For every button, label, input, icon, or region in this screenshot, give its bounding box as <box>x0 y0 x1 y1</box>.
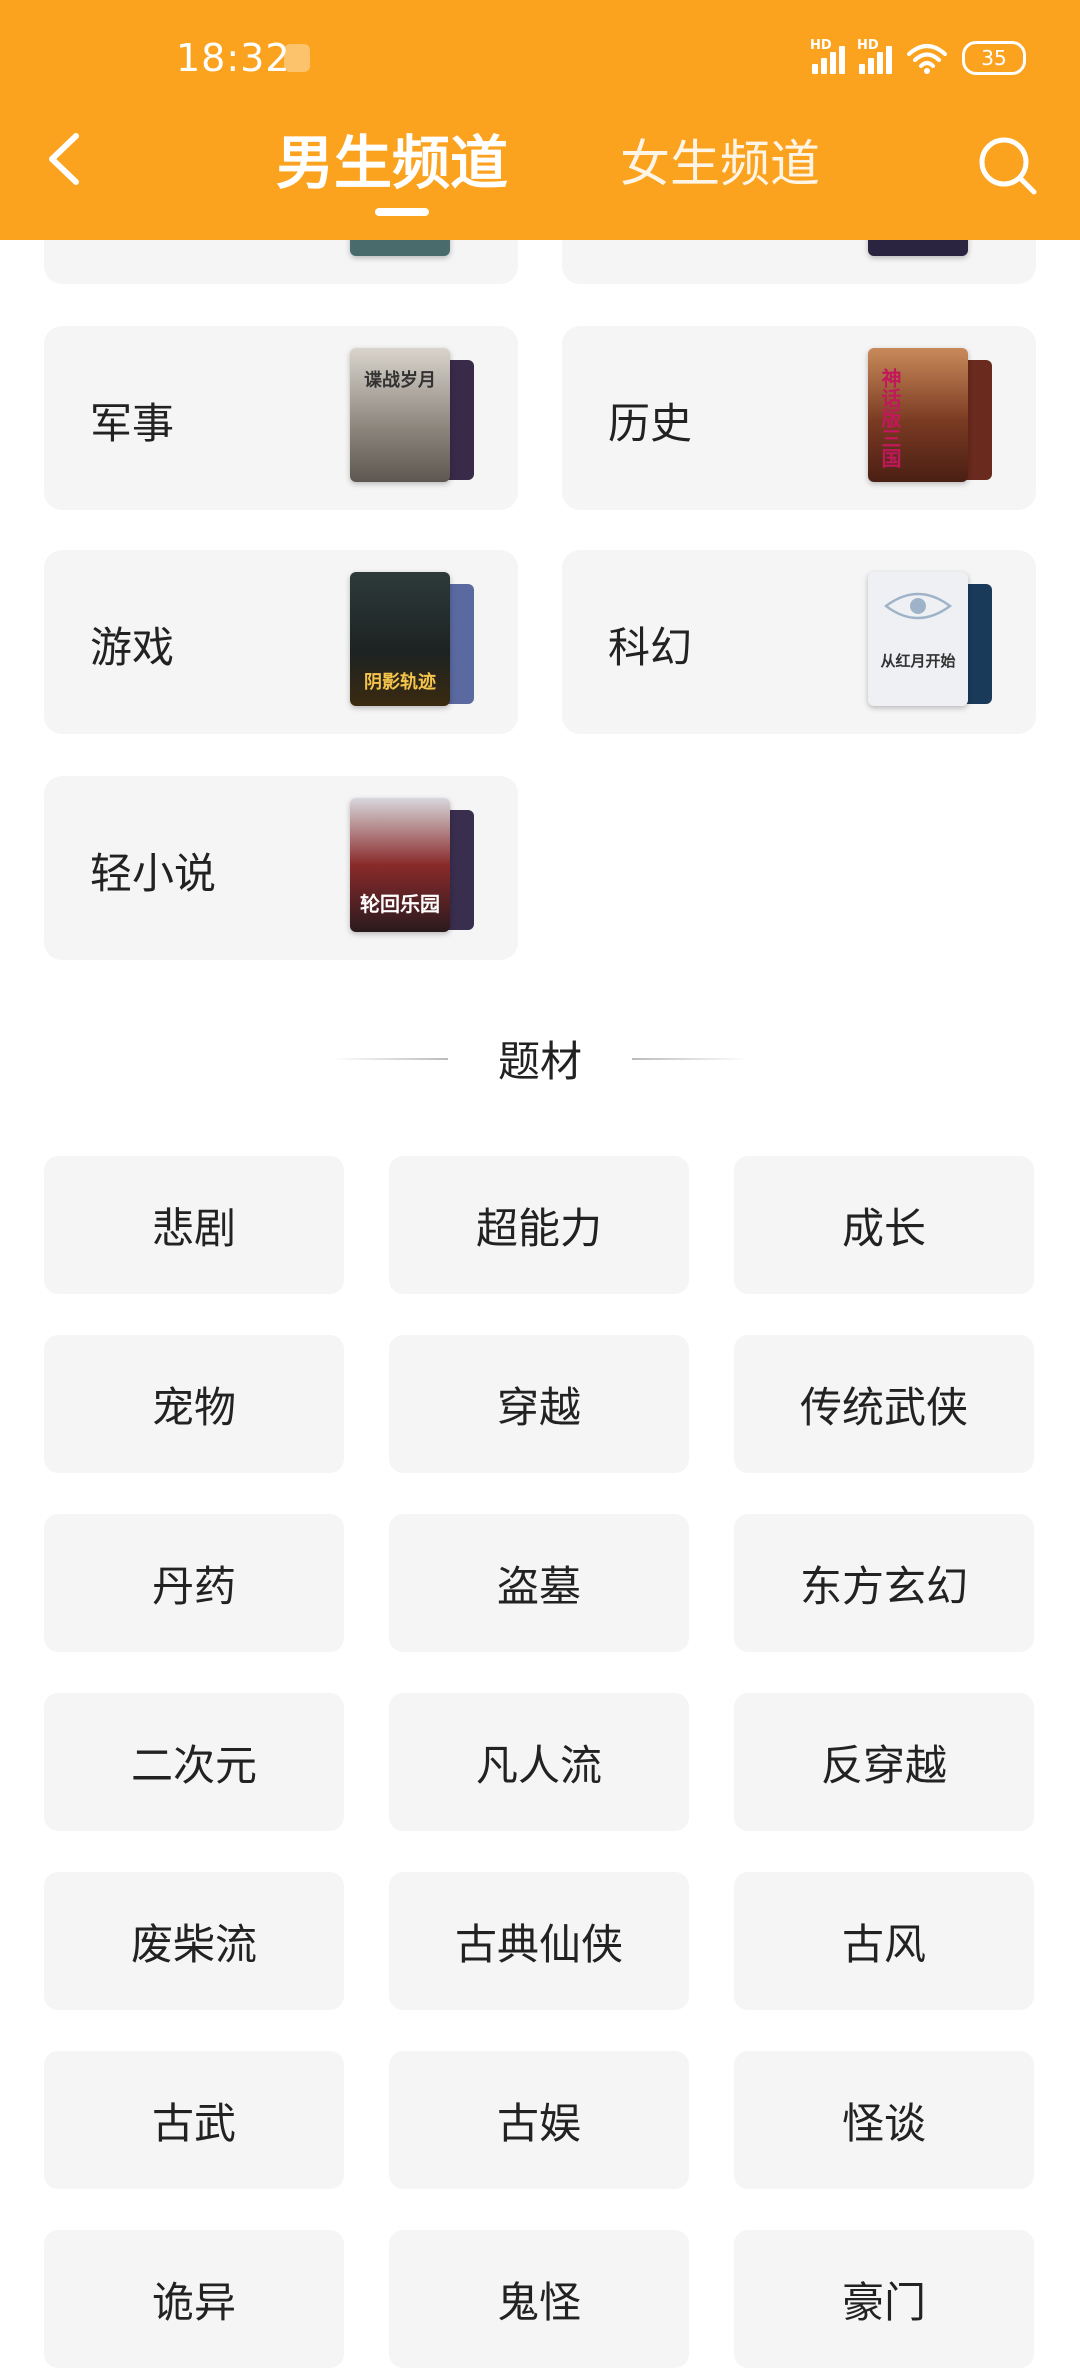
shield-icon <box>284 44 310 72</box>
tag-button[interactable]: 鬼怪 <box>389 2230 689 2368</box>
cover-title: 神话版三国 <box>878 368 902 468</box>
tag-button[interactable]: 豪门 <box>734 2230 1034 2368</box>
active-tab-indicator <box>375 208 429 216</box>
hd-label: HD <box>810 38 832 53</box>
tag-button[interactable]: 成长 <box>734 1156 1034 1294</box>
eye-emblem-icon <box>883 592 953 620</box>
tag-button[interactable]: 古典仙侠 <box>389 1872 689 2010</box>
category-label: 游戏 <box>90 623 175 672</box>
tag-button[interactable]: 废柴流 <box>44 1872 344 2010</box>
top-header: 18:32 HD HD 35 男生频道 女生频道 <box>0 0 1080 240</box>
category-label: 轻小说 <box>90 849 217 898</box>
cover-title: 从红月开始 <box>880 652 956 670</box>
book-cover: 阴影轨迹 <box>350 572 450 706</box>
category-label: 历史 <box>608 399 693 448</box>
cover-title: 轮回乐园 <box>360 892 440 916</box>
signal-icon: HD <box>857 38 892 74</box>
cover-title: 阴影轨迹 <box>364 672 436 693</box>
tag-button[interactable]: 超能力 <box>389 1156 689 1294</box>
divider-line <box>632 1058 748 1060</box>
tab-male-channel[interactable]: 男生频道 <box>276 116 508 200</box>
category-card-military[interactable]: 军事 谍战岁月 <box>44 326 518 510</box>
tab-female-channel[interactable]: 女生频道 <box>620 124 820 196</box>
tag-button[interactable]: 古娱 <box>389 2051 689 2189</box>
tag-button[interactable]: 古武 <box>44 2051 344 2189</box>
tag-button[interactable]: 宠物 <box>44 1335 344 1473</box>
book-cover: 谍战岁月 <box>350 348 450 482</box>
wifi-icon <box>907 44 947 74</box>
tag-button[interactable]: 凡人流 <box>389 1693 689 1831</box>
category-card-games[interactable]: 游戏 阴影轨迹 <box>44 550 518 734</box>
chevron-left-icon[interactable] <box>40 126 86 192</box>
tag-button[interactable]: 怪谈 <box>734 2051 1034 2189</box>
book-cover: 从红月开始 <box>868 572 968 706</box>
tag-button[interactable]: 古风 <box>734 1872 1034 2010</box>
tag-button[interactable]: 诡异 <box>44 2230 344 2368</box>
status-icons: HD HD 35 <box>810 38 1026 78</box>
signal-icon: HD <box>810 38 845 74</box>
search-icon[interactable] <box>976 134 1040 198</box>
tag-button[interactable]: 传统武侠 <box>734 1335 1034 1473</box>
tag-button[interactable]: 丹药 <box>44 1514 344 1652</box>
category-card-scifi[interactable]: 科幻 从红月开始 <box>562 550 1036 734</box>
category-label: 军事 <box>90 399 175 448</box>
tag-button[interactable]: 东方玄幻 <box>734 1514 1034 1652</box>
status-time: 18:32 <box>176 36 291 80</box>
section-title: 题材 <box>497 1037 582 1086</box>
tag-button[interactable]: 穿越 <box>389 1335 689 1473</box>
category-card-history[interactable]: 历史 神话版三国 <box>562 326 1036 510</box>
tag-button[interactable]: 盗墓 <box>389 1514 689 1652</box>
tag-button[interactable]: 二次元 <box>44 1693 344 1831</box>
battery-indicator: 35 <box>962 41 1026 75</box>
category-card-light-novel[interactable]: 轻小说 轮回乐园 <box>44 776 518 960</box>
book-cover: 神话版三国 <box>868 348 968 482</box>
category-label: 科幻 <box>608 623 693 672</box>
book-cover: 轮回乐园 <box>350 798 450 932</box>
tag-button[interactable]: 悲剧 <box>44 1156 344 1294</box>
cover-title: 谍战岁月 <box>364 370 436 391</box>
hd-label: HD <box>857 38 879 53</box>
tag-button[interactable]: 反穿越 <box>734 1693 1034 1831</box>
